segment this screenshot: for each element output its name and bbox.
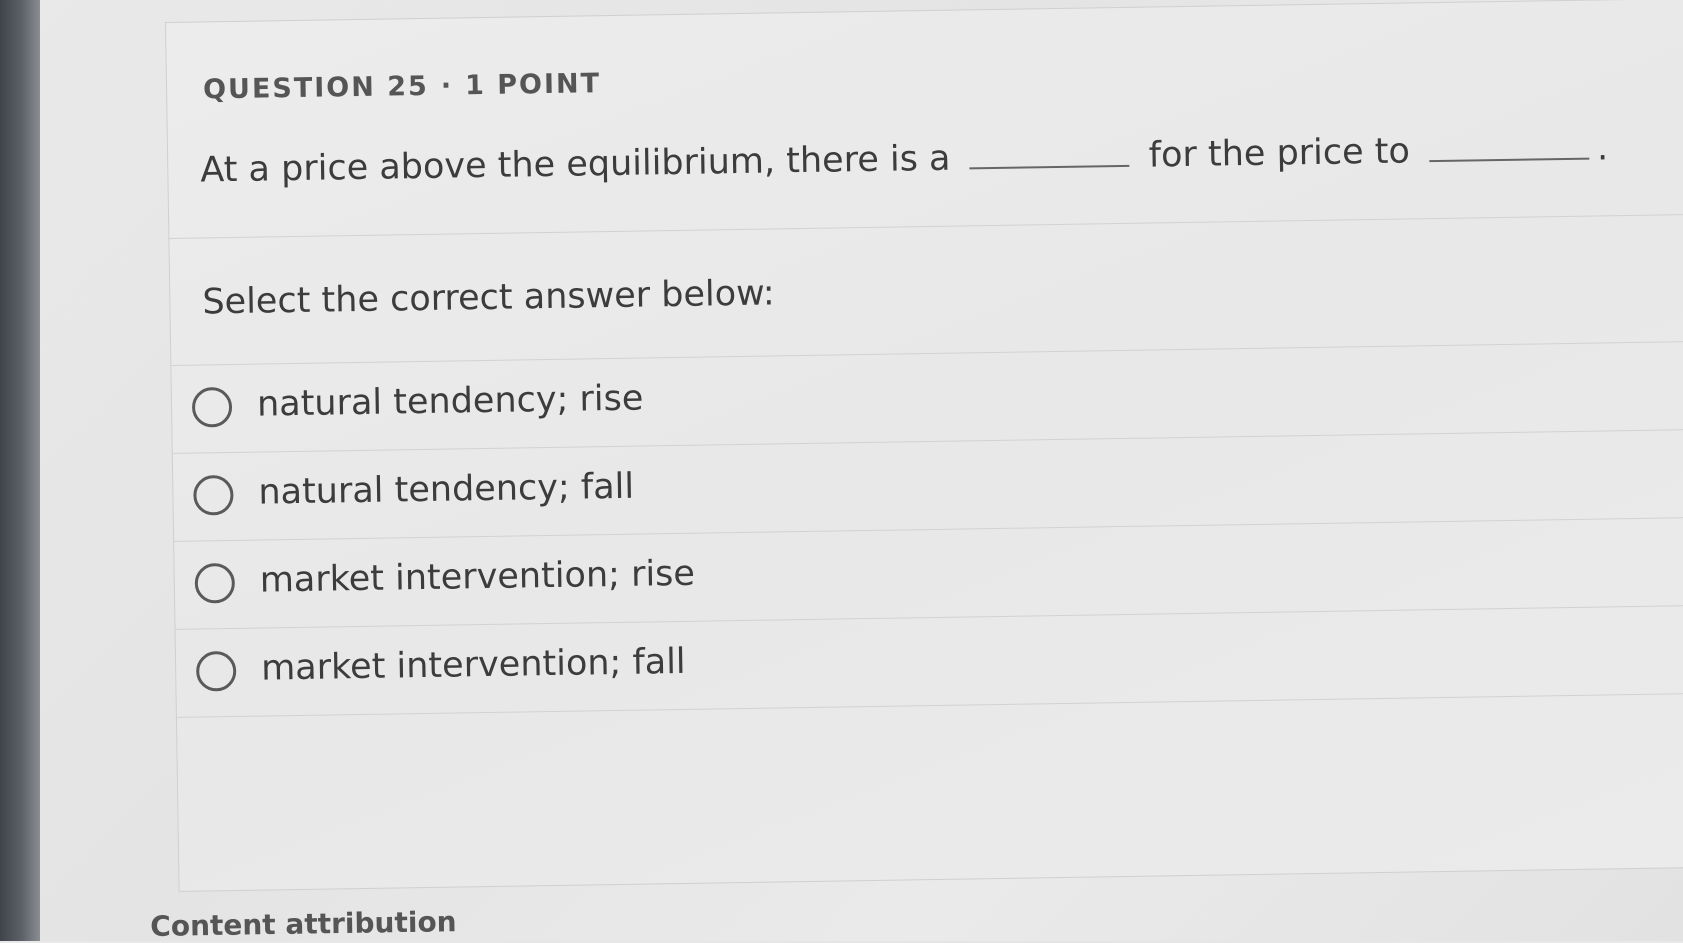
content-attribution-link[interactable]: Content attribution — [150, 905, 457, 943]
radio-button[interactable] — [193, 474, 234, 516]
answer-option-label: market intervention; rise — [259, 553, 696, 601]
answer-options: natural tendency; rise natural tendency;… — [171, 340, 1683, 718]
question-card: QUESTION 25 · 1 POINT At a price above the… — [165, 0, 1683, 892]
answer-option-label: natural tendency; rise — [256, 378, 644, 425]
prompt-part-1: At a price above the equilibrium, there … — [200, 138, 951, 191]
question-number: QUESTION 25 — [202, 70, 430, 106]
question-header: QUESTION 25 · 1 POINT At a price above the… — [166, 0, 1683, 239]
instruction-text: Select the correct answer below: — [202, 273, 775, 323]
screen-bezel — [0, 0, 40, 941]
radio-button[interactable] — [195, 650, 237, 692]
question-label: QUESTION 25 · 1 POINT — [203, 68, 601, 105]
radio-button[interactable] — [191, 386, 233, 428]
question-prompt: At a price above the equilibrium, there … — [200, 128, 1608, 190]
radio-button[interactable] — [194, 562, 236, 604]
blank-1 — [969, 163, 1130, 170]
answer-option-label: market intervention; fall — [260, 641, 686, 689]
question-points: 1 POINT — [464, 68, 602, 102]
blank-2 — [1429, 156, 1590, 163]
prompt-part-2: for the price to — [1148, 131, 1411, 176]
answer-option-label: natural tendency; fall — [258, 466, 635, 513]
separator-dot: · — [440, 70, 454, 102]
prompt-end: . — [1596, 128, 1609, 169]
